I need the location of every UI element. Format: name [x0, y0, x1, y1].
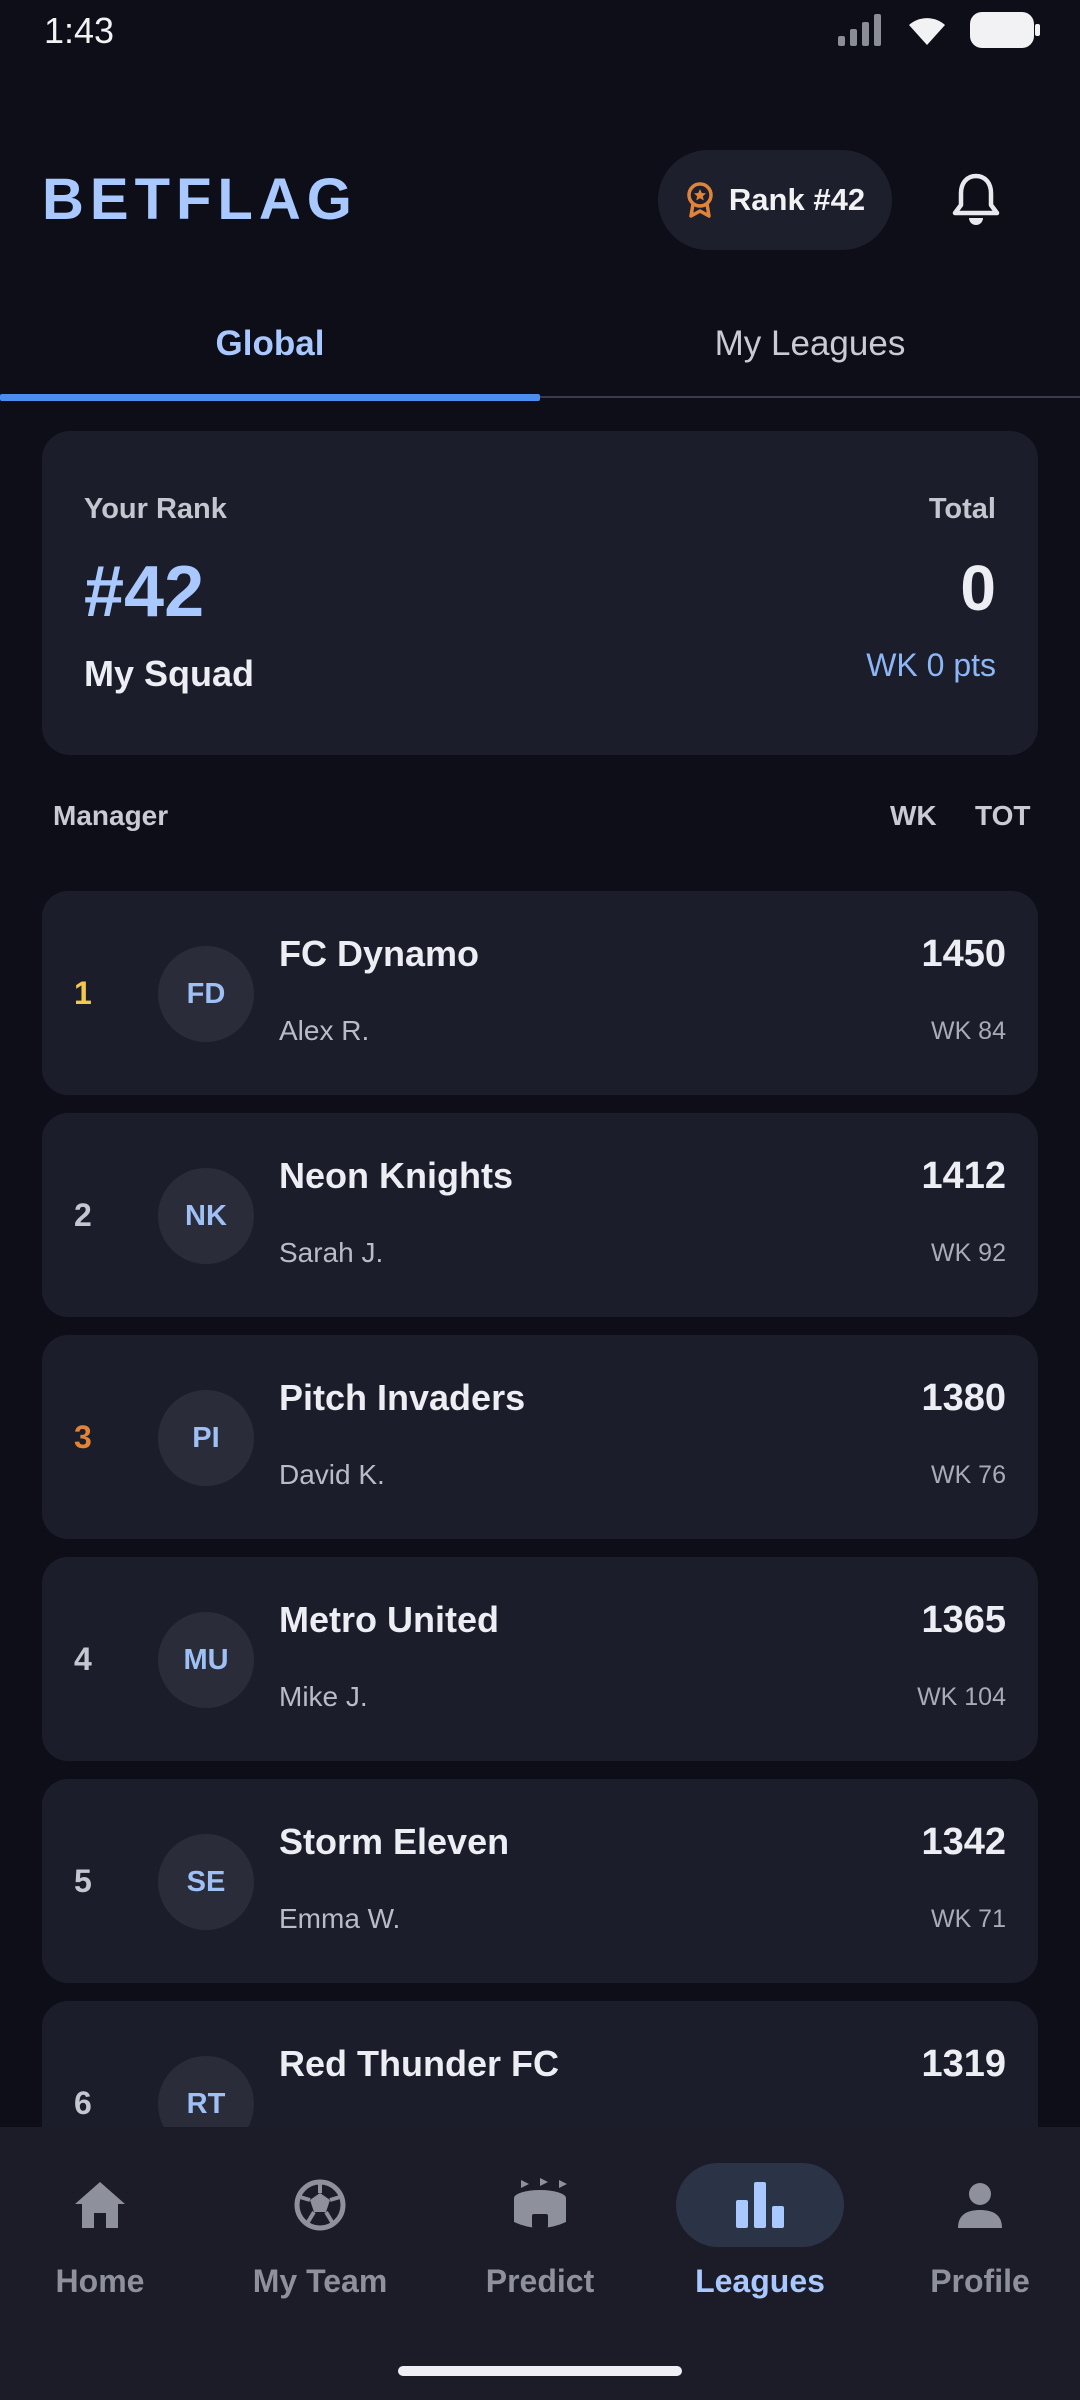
- row-position: 3: [74, 1418, 92, 1455]
- league-tabs: Global My Leagues: [0, 292, 1080, 401]
- total-label: Total: [928, 493, 996, 525]
- row-total: 1450: [921, 933, 1006, 975]
- tab-global[interactable]: Global: [0, 292, 540, 396]
- team-name: Neon Knights: [279, 1155, 513, 1196]
- nav-profile-icon-wrap: [896, 2163, 1064, 2247]
- battery-icon: [970, 12, 1040, 48]
- nav-my-team-icon-wrap: [236, 2163, 404, 2247]
- nav-predict[interactable]: Predict: [440, 2163, 640, 2323]
- leaderboard-row[interactable]: 5 SE Storm Eleven Emma W. 1342 WK 71: [42, 1779, 1038, 1983]
- row-total: 1380: [921, 1377, 1006, 1419]
- nav-my-team-label: My Team: [252, 2263, 388, 2299]
- team-avatar: NK: [158, 1168, 254, 1264]
- your-rank-value: #42: [84, 552, 205, 632]
- bottom-navigation: Home My Team Predict Leagues Profile: [0, 2127, 1080, 2400]
- team-avatar: SE: [158, 1834, 254, 1930]
- nav-leagues-label: Leagues: [695, 2263, 825, 2299]
- team-name: Storm Eleven: [279, 1821, 510, 1862]
- notifications-bell-icon[interactable]: [950, 172, 1002, 228]
- status-bar: 1:43: [0, 0, 1080, 64]
- nav-leagues[interactable]: Leagues: [660, 2163, 860, 2323]
- cellular-signal-icon: [838, 14, 881, 46]
- row-week-points: WK 76: [930, 1461, 1006, 1489]
- team-avatar: FD: [158, 946, 254, 1042]
- rank-pill-label: Rank #42: [728, 182, 866, 217]
- column-wk: WK: [890, 800, 937, 831]
- home-icon: [75, 2182, 125, 2228]
- team-avatar: PI: [158, 1390, 254, 1486]
- leaderboard-row[interactable]: 3 PI Pitch Invaders David K. 1380 WK 76: [42, 1335, 1038, 1539]
- week-points: WK 0 pts: [866, 647, 996, 683]
- row-position: 2: [74, 1196, 92, 1233]
- nav-home[interactable]: Home: [0, 2163, 200, 2323]
- manager-name: Alex R.: [279, 1015, 370, 1046]
- app-header: BETFLAG Rank #42: [0, 150, 1080, 250]
- team-name: Metro United: [279, 1599, 499, 1640]
- row-position: 5: [74, 1862, 92, 1899]
- row-week-points: WK 92: [930, 1239, 1006, 1267]
- column-tot: TOT: [975, 800, 1031, 831]
- wifi-icon: [909, 18, 945, 45]
- column-manager: Manager: [53, 800, 169, 831]
- leaderboard-column-header: Manager WK TOT: [0, 800, 1080, 840]
- team-name: Pitch Invaders: [279, 1377, 526, 1418]
- row-total: 1342: [921, 1821, 1006, 1863]
- your-rank-label: Your Rank: [84, 493, 227, 525]
- nav-my-team[interactable]: My Team: [220, 2163, 420, 2323]
- manager-name: David K.: [279, 1459, 385, 1490]
- row-total: 1412: [921, 1155, 1006, 1197]
- team-name: FC Dynamo: [279, 933, 480, 974]
- person-icon: [958, 2183, 1002, 2228]
- nav-home-icon-wrap: [16, 2163, 184, 2247]
- status-time: 1:43: [44, 10, 115, 51]
- bar-chart-icon: [736, 2182, 784, 2228]
- active-tab-indicator: [0, 394, 540, 401]
- leaderboard-row[interactable]: 6 RT Red Thunder FC 1319: [42, 2001, 1038, 2127]
- manager-name: Mike J.: [279, 1681, 368, 1712]
- home-indicator[interactable]: [398, 2366, 682, 2376]
- nav-home-label: Home: [55, 2263, 145, 2299]
- soccer-ball-icon: [294, 2179, 346, 2231]
- squad-name: My Squad: [84, 653, 255, 694]
- leaderboard-row[interactable]: 1 FD FC Dynamo Alex R. 1450 WK 84: [42, 891, 1038, 1095]
- row-total: 1365: [921, 1599, 1006, 1641]
- leaderboard-row[interactable]: 4 MU Metro United Mike J. 1365 WK 104: [42, 1557, 1038, 1761]
- manager-name: Emma W.: [279, 1903, 401, 1934]
- row-week-points: WK 104: [917, 1683, 1006, 1711]
- team-name: Red Thunder FC: [279, 2043, 559, 2084]
- team-avatar: RT: [158, 2056, 254, 2127]
- row-position: 4: [74, 1640, 92, 1677]
- leaderboard-list[interactable]: 1 FD FC Dynamo Alex R. 1450 WK 84 2 NK N…: [42, 891, 1038, 2127]
- manager-name: Sarah J.: [279, 1237, 384, 1268]
- row-week-points: WK 71: [930, 1905, 1006, 1933]
- leagues-screen: 1:43 BETFLAG Rank #42 Global My Leagues …: [0, 0, 1080, 2400]
- leaderboard-row[interactable]: 2 NK Neon Knights Sarah J. 1412 WK 92: [42, 1113, 1038, 1317]
- tab-my-leagues[interactable]: My Leagues: [540, 292, 1080, 396]
- row-total: 1319: [921, 2043, 1006, 2085]
- row-position: 6: [74, 2084, 92, 2121]
- rank-pill-button[interactable]: Rank #42: [658, 150, 892, 250]
- nav-predict-label: Predict: [485, 2263, 595, 2299]
- team-avatar: MU: [158, 1612, 254, 1708]
- status-icons: [838, 12, 1040, 48]
- nav-profile-label: Profile: [930, 2263, 1030, 2299]
- your-rank-card: Your Rank #42 My Squad Total 0 WK 0 pts: [42, 431, 1038, 755]
- stadium-icon: [514, 2178, 567, 2228]
- row-week-points: WK 84: [930, 1017, 1006, 1045]
- award-medal-icon: [687, 182, 713, 218]
- brand-logo: BETFLAG: [42, 167, 358, 232]
- row-position: 1: [74, 974, 92, 1011]
- nav-leagues-icon-wrap: [676, 2163, 844, 2247]
- nav-predict-icon-wrap: [456, 2163, 624, 2247]
- nav-profile[interactable]: Profile: [880, 2163, 1080, 2323]
- total-value: 0: [960, 552, 996, 624]
